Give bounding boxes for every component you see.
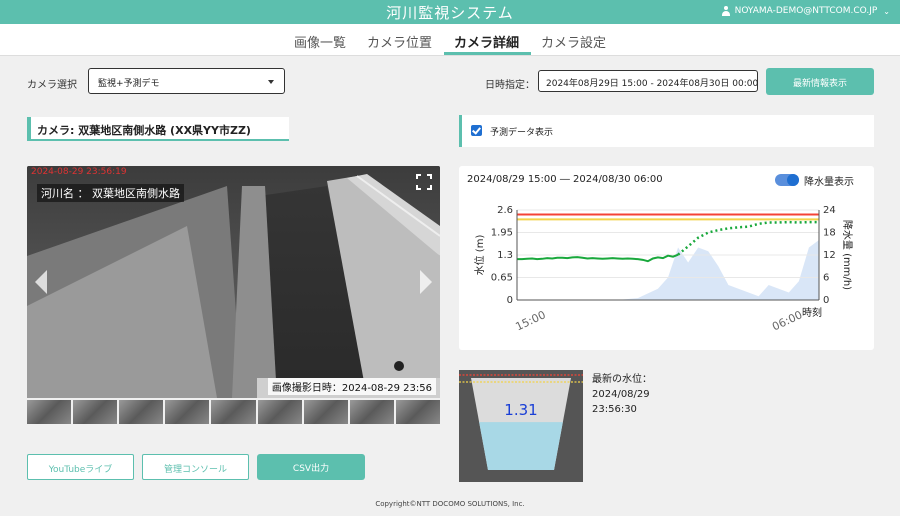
admin-console-button[interactable]: 管理コンソール [142, 454, 249, 480]
x-tick-label: 15:00 [514, 308, 548, 333]
y-tick-label: 2.6 [497, 205, 513, 216]
prediction-toggle-row: 予測データ表示 [459, 115, 874, 147]
arrow-left-icon[interactable] [35, 270, 47, 294]
app-header: 河川監視システム NOYAMA-DEMO@NTTCOM.CO.JP ⌄ [0, 0, 900, 24]
thumbnail[interactable] [165, 400, 210, 424]
youtube-live-button[interactable]: YouTubeライブ [27, 454, 134, 480]
chevron-down-icon: ⌄ [883, 6, 890, 16]
thumbnail[interactable] [349, 400, 394, 424]
thumbnail[interactable] [395, 400, 440, 424]
latest-level-time: 23:56:30 [592, 404, 637, 415]
nav-tabs: 画像一覧 カメラ位置 カメラ詳細 カメラ設定 [0, 24, 900, 56]
latest-level-info: 最新の水位： 2024/08/29 23:56:30 [592, 372, 652, 417]
water-level-chart: 0 0.65 1.3 1.95 2.6 0 6 12 18 24 15:00 06:00時刻 水位 (m… [473, 205, 854, 333]
thumbnail[interactable] [211, 400, 256, 424]
arrow-right-icon[interactable] [420, 270, 432, 294]
overlay-river-name: 河川名 ： 双葉地区南側水路 [37, 184, 184, 202]
thumbnail[interactable] [73, 400, 118, 424]
thumbnail[interactable] [27, 400, 72, 424]
fullscreen-icon[interactable] [416, 174, 432, 190]
y2-axis-label: 降水量 (mm/h) [841, 220, 854, 290]
user-email: NOYAMA-DEMO@NTTCOM.CO.JP [734, 6, 878, 16]
y2-tick-label: 6 [823, 273, 829, 284]
x-axis-label: 時刻 [802, 306, 822, 319]
x-tick-label: 06:00 [770, 308, 804, 333]
rainfall-area [517, 240, 819, 300]
overlay-timestamp: 2024-08-29 23:56:19 [31, 167, 127, 177]
y2-tick-label: 12 [823, 250, 836, 261]
refresh-button[interactable]: 最新情報表示 [766, 68, 874, 95]
camera-image[interactable]: 2024-08-29 23:56:19 河川名 ： 双葉地区南側水路 画像撮影日… [27, 166, 440, 398]
y-tick-label: 0.65 [491, 273, 513, 284]
y2-tick-label: 18 [823, 228, 836, 239]
date-label: 日時指定： [485, 80, 535, 91]
y2-tick-label: 0 [823, 295, 829, 306]
camera-select[interactable]: 監視+予測デモ [88, 68, 285, 94]
latest-level-label: 最新の水位： [592, 374, 652, 385]
tab-camera-settings[interactable]: カメラ設定 [541, 32, 606, 51]
y2-tick-label: 24 [823, 205, 836, 216]
latest-level-date: 2024/08/29 [592, 389, 650, 400]
checkbox-checked-icon[interactable] [471, 125, 482, 136]
caret-down-icon [268, 80, 274, 84]
tab-camera-location[interactable]: カメラ位置 [367, 32, 432, 51]
y-tick-label: 0 [507, 295, 513, 306]
tab-image-list[interactable]: 画像一覧 [294, 32, 346, 51]
cross-section-value: 1.31 [504, 401, 537, 419]
camera-select-label: カメラ選択 [27, 80, 77, 91]
thumbnail[interactable] [303, 400, 348, 424]
observed-water-level-line [517, 253, 679, 263]
active-tab-indicator [444, 52, 531, 55]
date-range-input[interactable]: 2024年08月29日 15:00 - 2024年08月30日 00:00 [538, 70, 758, 92]
thumbnail-strip [27, 400, 440, 424]
image-capture-time: 画像撮影日時：2024-08-29 23:56 [267, 378, 436, 395]
user-icon [721, 6, 731, 16]
camera-title: カメラ: 双葉地区南側水路 (XX県YY市ZZ) [27, 117, 289, 141]
water-level-chart-panel: 2024/08/29 15:00 ― 2024/08/30 06:00 降水量表… [459, 166, 874, 350]
tab-camera-detail[interactable]: カメラ詳細 [454, 32, 519, 51]
water-level-cross-section: 1.31 [459, 370, 583, 482]
prediction-label: 予測データ表示 [490, 128, 554, 138]
y-tick-label: 1.95 [491, 228, 513, 239]
thumbnail[interactable] [119, 400, 164, 424]
y-axis-label: 水位 (m) [473, 235, 486, 276]
thumbnail[interactable] [257, 400, 302, 424]
footer-copyright: Copyright©NTT DOCOMO SOLUTIONS, Inc. [375, 500, 525, 508]
camera-select-value: 監視+予測デモ [98, 79, 160, 89]
y-tick-label: 1.3 [497, 250, 513, 261]
user-menu[interactable]: NOYAMA-DEMO@NTTCOM.CO.JP ⌄ [721, 6, 890, 16]
csv-export-button[interactable]: CSV出力 [257, 454, 365, 480]
